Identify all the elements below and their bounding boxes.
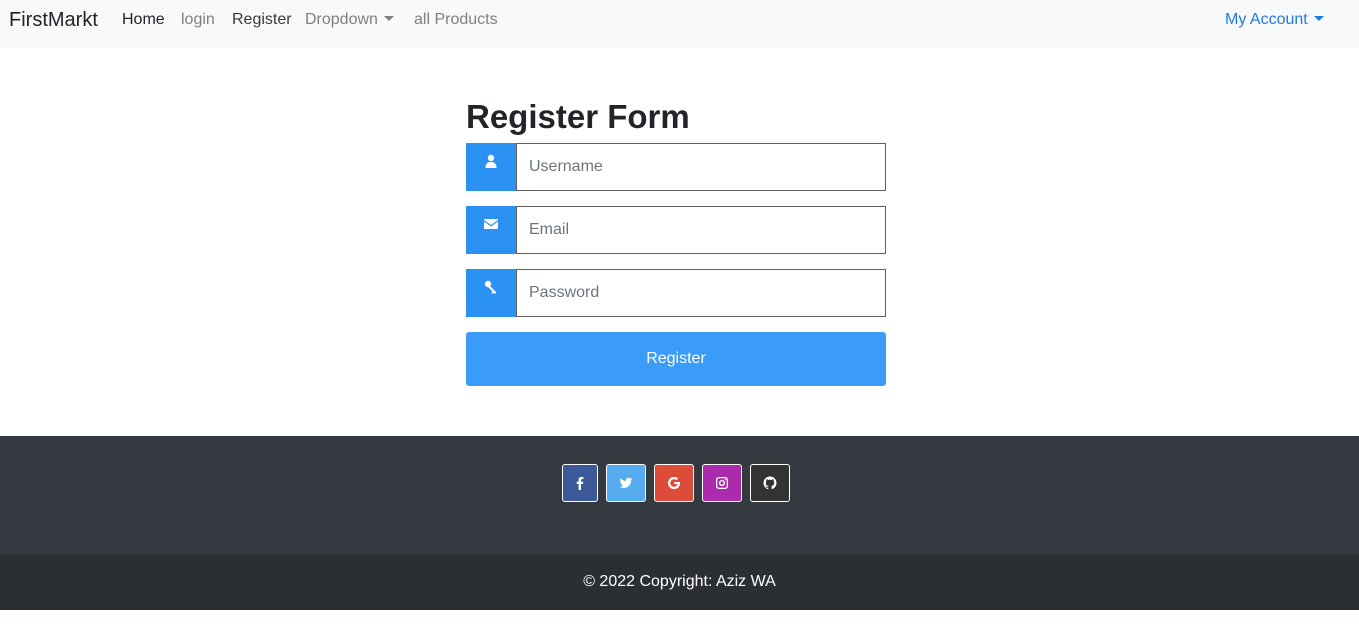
- password-input[interactable]: [516, 269, 886, 317]
- github-icon[interactable]: [750, 464, 790, 502]
- nav-link-home[interactable]: Home: [122, 11, 165, 29]
- google-icon[interactable]: [654, 464, 694, 502]
- key-icon: [466, 269, 516, 317]
- nav-link-login[interactable]: login: [181, 11, 215, 29]
- email-group: [466, 206, 886, 254]
- caret-down-icon: [383, 16, 394, 21]
- instagram-icon[interactable]: [702, 464, 742, 502]
- brand-logo[interactable]: FirstMarkt: [9, 9, 98, 32]
- page-title: Register Form: [466, 98, 690, 135]
- user-icon: [466, 143, 516, 191]
- register-button[interactable]: Register: [466, 332, 886, 386]
- email-input[interactable]: [516, 206, 886, 254]
- nav-dropdown-label: Dropdown: [305, 11, 378, 28]
- username-input[interactable]: [516, 143, 886, 191]
- copyright-text: © 2022 Copyright: Aziz WA: [583, 573, 776, 590]
- caret-down-icon: [1313, 16, 1324, 21]
- nav-link-all-products[interactable]: all Products: [414, 11, 498, 29]
- password-group: [466, 269, 886, 317]
- my-account-dropdown[interactable]: My Account: [1225, 11, 1324, 29]
- username-group: [466, 143, 886, 191]
- facebook-icon[interactable]: [562, 464, 598, 502]
- navbar: FirstMarkt Home login Register Dropdown …: [0, 0, 1359, 47]
- twitter-icon[interactable]: [606, 464, 646, 502]
- nav-link-register[interactable]: Register: [232, 11, 292, 29]
- envelope-icon: [466, 206, 516, 254]
- nav-dropdown[interactable]: Dropdown: [305, 11, 394, 29]
- my-account-label: My Account: [1225, 11, 1308, 28]
